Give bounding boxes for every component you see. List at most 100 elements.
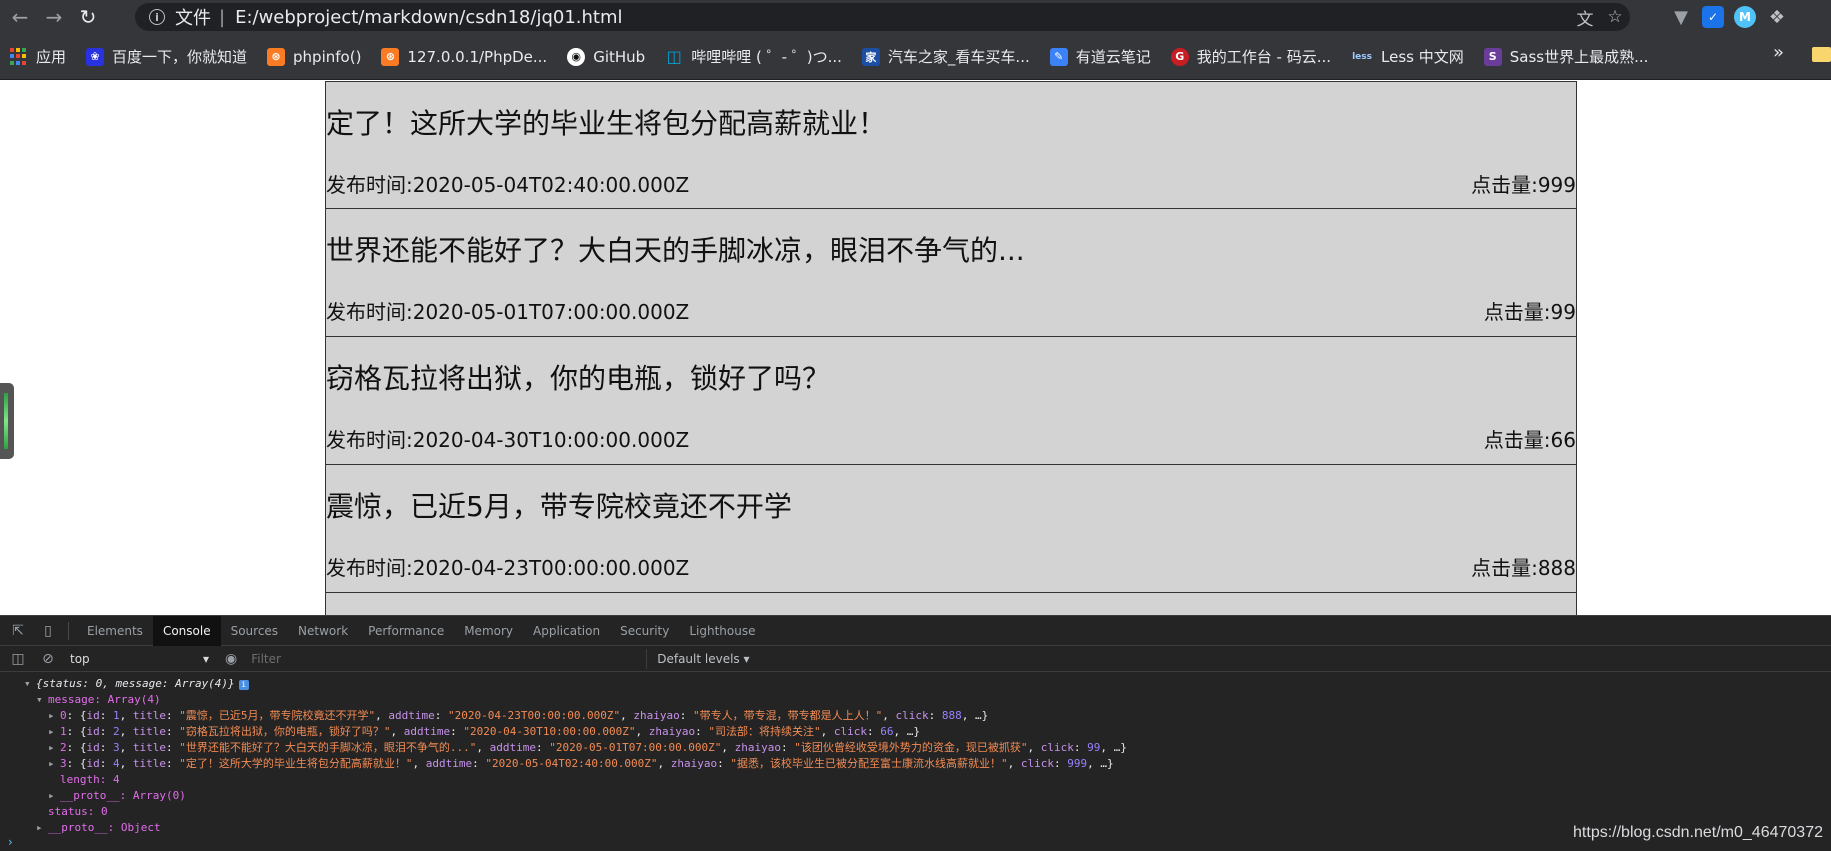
news-time: 发布时间:2020-05-01T07:00:00.000Z bbox=[326, 300, 690, 324]
console-summary: {status: 0, message: Array(4)} bbox=[36, 677, 235, 690]
sidebar-toggle-icon[interactable]: ◫ bbox=[6, 647, 30, 671]
collapse-triangle-icon: ▸ bbox=[48, 741, 55, 754]
news-item[interactable]: 定了！这所大学的毕业生将包分配高薪就业！ 发布时间:2020-05-04T02:… bbox=[325, 81, 1577, 209]
news-item[interactable]: 窃格瓦拉将出狱，你的电瓶，锁好了吗？ 发布时间:2020-04-30T10:00… bbox=[325, 337, 1577, 465]
news-time: 发布时间:2020-05-04T02:40:00.000Z bbox=[326, 173, 690, 197]
context-select[interactable]: top ▾ bbox=[70, 649, 215, 669]
console-log-object[interactable]: ▾ {status: 0, message: Array(4)} i bbox=[24, 676, 1831, 692]
row-title: "窃格瓦拉将出狱，你的电瓶，锁好了吗？" bbox=[179, 725, 391, 738]
bookmark-label: Sass世界上最成熟... bbox=[1509, 48, 1649, 66]
extensions-puzzle-icon[interactable]: ❖ bbox=[1766, 6, 1788, 28]
address-separator: | bbox=[219, 6, 226, 28]
devtools-panel: ⇱ ▯ Elements Console Sources Network Per… bbox=[0, 615, 1831, 851]
clear-console-icon[interactable]: ⊘ bbox=[36, 647, 60, 671]
forward-arrow-icon[interactable]: → bbox=[40, 3, 68, 31]
bookmark-gitee[interactable]: G 我的工作台 - 码云... bbox=[1161, 42, 1341, 72]
expand-triangle-icon: ▾ bbox=[36, 693, 43, 706]
reload-icon[interactable]: ↻ bbox=[74, 3, 102, 31]
console-array-row[interactable]: ▸ 3: {id: 4, title: "定了！这所大学的毕业生将包分配高薪就业！… bbox=[24, 756, 1831, 772]
row-title: "世界还能不能好了？大白天的手脚冰凉，眼泪不争气的..." bbox=[179, 741, 477, 754]
console-proto-array[interactable]: ▸ __proto__: Array(0) bbox=[24, 788, 1831, 804]
tab-security[interactable]: Security bbox=[610, 616, 679, 646]
bookmark-label: phpinfo() bbox=[293, 47, 362, 66]
vue-devtools-icon[interactable]: ▼ bbox=[1670, 6, 1692, 28]
row-addtime: "2020-04-23T00:00:00.000Z" bbox=[447, 709, 621, 722]
bookmark-star-icon[interactable]: ☆ bbox=[1600, 3, 1630, 31]
collapse-triangle-icon: ▸ bbox=[48, 725, 55, 738]
page-viewport: 定了！这所大学的毕业生将包分配高薪就业！ 发布时间:2020-05-04T02:… bbox=[0, 81, 1831, 615]
bookmark-apps[interactable]: 应用 bbox=[0, 42, 76, 72]
tab-network[interactable]: Network bbox=[288, 616, 358, 646]
context-select-value: top bbox=[70, 651, 90, 666]
info-icon[interactable]: i bbox=[149, 9, 165, 25]
news-title: 窃格瓦拉将出狱，你的电瓶，锁好了吗？ bbox=[326, 362, 831, 395]
tab-console[interactable]: Console bbox=[152, 615, 221, 646]
news-item[interactable]: 世界还能不能好了？大白天的手脚冰凉，眼泪不争气的... 发布时间:2020-05… bbox=[325, 209, 1577, 337]
console-length: length: 4 bbox=[24, 772, 1831, 788]
news-title: 世界还能不能好了？大白天的手脚冰凉，眼泪不争气的... bbox=[326, 234, 1025, 267]
console-prompt-icon[interactable]: › bbox=[8, 835, 13, 849]
translate-icon[interactable]: 文 bbox=[1570, 3, 1600, 31]
length-label: length: 4 bbox=[60, 773, 120, 786]
bookmark-label: 127.0.0.1/PhpDe... bbox=[407, 47, 548, 66]
baidu-icon: ❀ bbox=[86, 47, 105, 66]
bookmark-label: 哔哩哔哩 ( ゜- ゜)つ... bbox=[691, 48, 842, 66]
sass-icon: S bbox=[1483, 47, 1502, 66]
tab-application[interactable]: Application bbox=[523, 616, 610, 646]
bookmark-github[interactable]: ◉ GitHub bbox=[557, 42, 655, 72]
bookmark-folder-icon[interactable] bbox=[1812, 47, 1831, 62]
tab-lighthouse[interactable]: Lighthouse bbox=[679, 616, 765, 646]
bookmark-baidu[interactable]: ❀ 百度一下，你就知道 bbox=[76, 42, 257, 72]
xampp-icon: ⊛ bbox=[267, 47, 286, 66]
bookmark-sass[interactable]: S Sass世界上最成熟... bbox=[1474, 42, 1659, 72]
devtools-tab-bar: ⇱ ▯ Elements Console Sources Network Per… bbox=[0, 615, 1831, 646]
console-filter-input[interactable]: Filter bbox=[247, 648, 648, 669]
row-zhaiyao: "据悉，该校毕业生已被分配至富士康流水线高薪就业！" bbox=[730, 757, 1008, 770]
bookmarks-overflow-chevron-icon[interactable]: » bbox=[1773, 42, 1784, 63]
row-id: 2 bbox=[113, 725, 120, 738]
log-levels-select[interactable]: Default levels ▾ bbox=[657, 652, 749, 666]
bookmark-less[interactable]: less Less 中文网 bbox=[1341, 42, 1474, 72]
news-time: 发布时间:2020-04-30T10:00:00.000Z bbox=[326, 428, 690, 452]
bookmark-label: Less 中文网 bbox=[1381, 48, 1464, 66]
news-click-count: 点击量:888 bbox=[1471, 556, 1576, 580]
news-item-partial[interactable] bbox=[325, 593, 1577, 615]
tab-elements[interactable]: Elements bbox=[77, 616, 153, 646]
console-message-label: message: Array(4) bbox=[48, 693, 161, 706]
console-array-row[interactable]: ▸ 1: {id: 2, title: "窃格瓦拉将出狱，你的电瓶，锁好了吗？",… bbox=[24, 724, 1831, 740]
profile-extension-icon[interactable]: M bbox=[1734, 6, 1756, 28]
bookmark-autohome[interactable]: 家 汽车之家_看车买车... bbox=[852, 42, 1040, 72]
console-array-row[interactable]: ▸ 2: {id: 3, title: "世界还能不能好了？大白天的手脚冰凉，眼泪… bbox=[24, 740, 1831, 756]
row-click: 66 bbox=[880, 725, 894, 738]
address-bar[interactable]: i 文件 | E:/webproject/markdown/csdn18/jq0… bbox=[135, 3, 1630, 31]
row-addtime: "2020-04-30T10:00:00.000Z" bbox=[463, 725, 636, 738]
news-item[interactable]: 震惊，已近5月，带专院校竟还不开学 发布时间:2020-04-23T00:00:… bbox=[325, 465, 1577, 593]
back-arrow-icon[interactable]: ← bbox=[6, 3, 34, 31]
console-array-row[interactable]: ▸ 0: {id: 1, title: "震惊，已近5月，带专院校竟还不开学", … bbox=[24, 708, 1831, 724]
live-expression-eye-icon[interactable]: ◉ bbox=[225, 651, 237, 667]
device-toolbar-icon[interactable]: ▯ bbox=[36, 619, 60, 643]
bilibili-icon: ◫ bbox=[666, 47, 682, 66]
row-click: 888 bbox=[941, 709, 962, 722]
bookmark-label: 有道云笔记 bbox=[1075, 48, 1151, 66]
status-label: status: 0 bbox=[48, 805, 108, 818]
address-url[interactable]: E:/webproject/markdown/csdn18/jq01.html bbox=[235, 7, 622, 28]
tab-memory[interactable]: Memory bbox=[454, 616, 523, 646]
console-message-node[interactable]: ▾ message: Array(4) bbox=[24, 692, 1831, 708]
bookmark-phpinfo[interactable]: ⊛ phpinfo() bbox=[257, 42, 371, 72]
extension-check-icon[interactable]: ✓ bbox=[1702, 6, 1724, 28]
tab-sources[interactable]: Sources bbox=[221, 616, 288, 646]
console-proto-object[interactable]: ▸ __proto__: Object bbox=[24, 820, 1831, 836]
row-zhaiyao: "带专人，带专混，带专都是人上人！" bbox=[693, 709, 883, 722]
console-output: ▾ {status: 0, message: Array(4)} i ▾ messag… bbox=[0, 672, 1831, 836]
news-list: 定了！这所大学的毕业生将包分配高薪就业！ 发布时间:2020-05-04T02:… bbox=[325, 81, 1577, 615]
bookmark-label: 百度一下，你就知道 bbox=[112, 48, 248, 66]
bookmark-bilibili[interactable]: ◫ 哔哩哔哩 ( ゜- ゜)つ... bbox=[655, 42, 852, 72]
inspect-element-icon[interactable]: ⇱ bbox=[6, 619, 30, 643]
news-click-count: 点击量:999 bbox=[1471, 173, 1576, 197]
bookmark-youdao[interactable]: ✎ 有道云笔记 bbox=[1040, 42, 1161, 72]
side-widget-handle[interactable] bbox=[0, 383, 14, 459]
proto-object-label: __proto__: Object bbox=[48, 821, 161, 834]
tab-performance[interactable]: Performance bbox=[358, 616, 454, 646]
bookmark-localhost[interactable]: ⊛ 127.0.0.1/PhpDe... bbox=[371, 42, 557, 72]
